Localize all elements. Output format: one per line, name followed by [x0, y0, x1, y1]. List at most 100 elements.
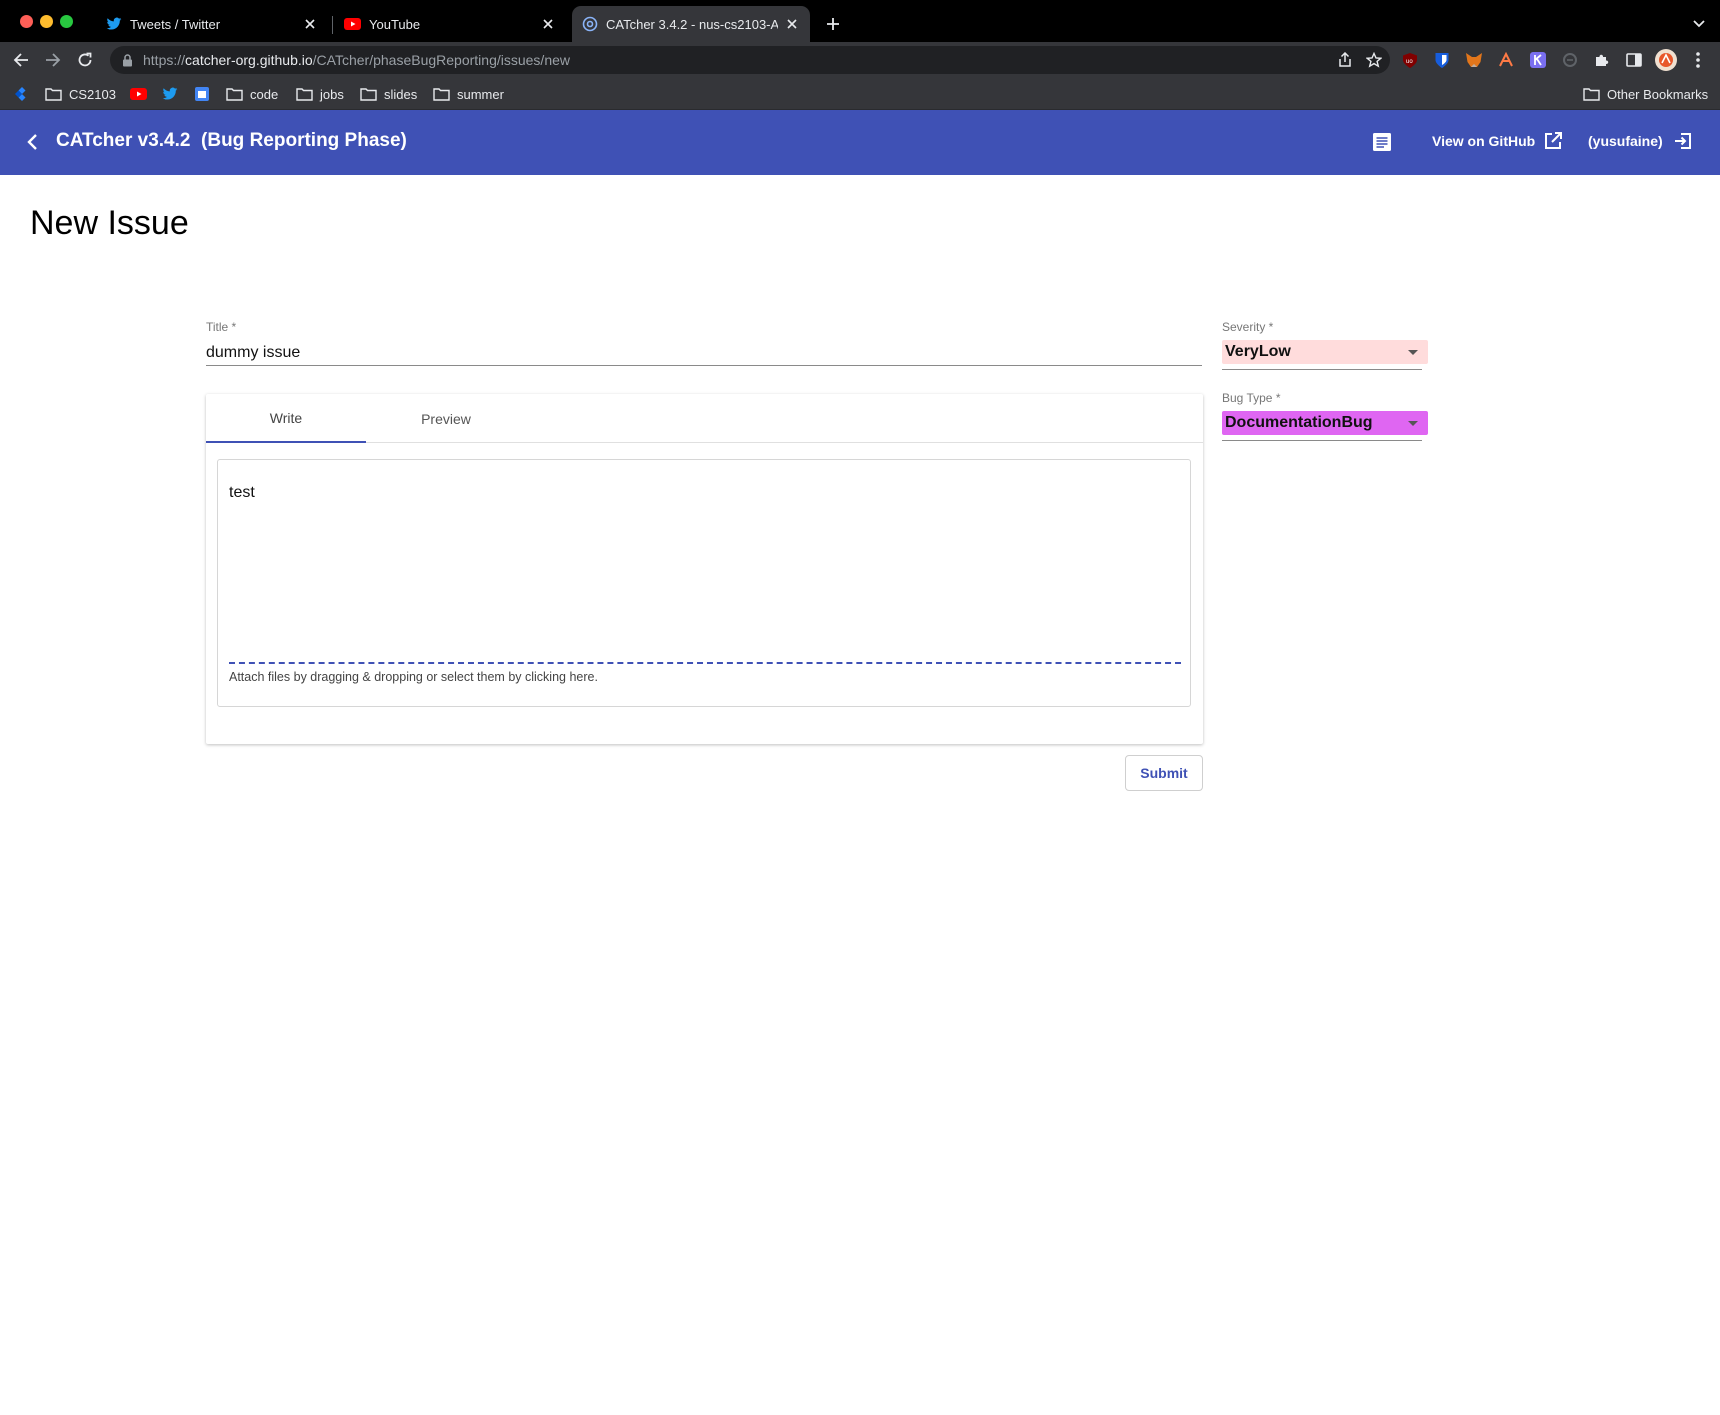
arrow-left-icon: [13, 52, 29, 68]
folder-icon: [433, 87, 457, 101]
app-title: CATcher v3.4.2 (Bug Reporting Phase): [56, 130, 407, 151]
bookmark-cs2103[interactable]: CS2103: [45, 84, 116, 104]
severity-underline: [1222, 369, 1422, 370]
bug-type-value: DocumentationBug: [1225, 414, 1373, 431]
close-icon[interactable]: [540, 16, 556, 32]
url-path: /CATcher/phaseBugReporting/issues/new: [312, 52, 570, 68]
k-extension-icon[interactable]: [1529, 51, 1547, 69]
logout-button[interactable]: (yusufaine): [1588, 131, 1693, 151]
twitter-icon: [162, 86, 185, 102]
bookmark-twitter[interactable]: [162, 84, 185, 104]
new-tab-button[interactable]: [822, 13, 844, 35]
tab-label: CATcher 3.4.2 - nus-cs2103-A: [606, 16, 778, 32]
side-panel-icon[interactable]: [1625, 51, 1643, 69]
submit-button[interactable]: Submit: [1125, 755, 1203, 791]
browser-toolbar: https://catcher-org.github.io/CATcher/ph…: [0, 42, 1720, 78]
description-textarea[interactable]: test Attach files by dragging & dropping…: [217, 459, 1191, 707]
severity-label: Severity *: [1222, 320, 1274, 334]
twitter-icon: [106, 16, 122, 32]
bug-type-select[interactable]: DocumentationBug: [1222, 411, 1428, 435]
maximize-window-button[interactable]: [60, 15, 73, 28]
grammar-extension-icon[interactable]: [1561, 51, 1579, 69]
description-editor: Write Preview test Attach files by dragg…: [206, 394, 1203, 744]
attach-files-hint[interactable]: Attach files by dragging & dropping or s…: [229, 670, 598, 684]
bookmark-label: CS2103: [69, 86, 116, 102]
tab-separator: [332, 16, 333, 34]
close-icon[interactable]: [302, 16, 318, 32]
close-window-button[interactable]: [20, 15, 33, 28]
lock-icon: [122, 53, 133, 67]
description-text: test: [229, 484, 255, 501]
bookmark-code[interactable]: code: [226, 84, 278, 104]
tab-preview[interactable]: Preview: [366, 394, 526, 443]
bookmark-summer[interactable]: summer: [433, 84, 504, 104]
share-icon[interactable]: [1338, 52, 1352, 68]
page-title: New Issue: [30, 204, 189, 242]
folder-icon: [45, 87, 69, 101]
folder-icon: [1583, 87, 1607, 101]
folder-icon: [226, 87, 250, 101]
github-link-label: View on GitHub: [1432, 133, 1536, 149]
dropdown-arrow-icon: [1408, 350, 1418, 355]
browser-tab-youtube[interactable]: YouTube: [334, 6, 566, 42]
bookmark-label: summer: [457, 86, 504, 102]
tab-write[interactable]: Write: [206, 394, 366, 443]
back-button[interactable]: [20, 130, 44, 154]
calendar-icon: [194, 86, 217, 102]
back-button[interactable]: [10, 49, 32, 71]
browser-tab-bar: Tweets / Twitter YouTube CATcher 3.4.2 -…: [0, 0, 1720, 42]
puzzle-icon[interactable]: [1593, 51, 1611, 69]
view-on-github-link[interactable]: View on GitHub: [1432, 131, 1563, 151]
minimize-window-button[interactable]: [40, 15, 53, 28]
bookmark-other[interactable]: Other Bookmarks: [1583, 84, 1708, 104]
ublock-icon[interactable]: uo: [1401, 51, 1419, 69]
more-menu-icon[interactable]: [1689, 51, 1707, 69]
chevron-down-icon: [1693, 20, 1705, 28]
title-input[interactable]: [206, 336, 1202, 366]
metamask-icon[interactable]: [1465, 51, 1483, 69]
bookmark-youtube[interactable]: [130, 84, 154, 104]
tab-label: Tweets / Twitter: [130, 16, 221, 32]
browser-tab-catcher[interactable]: CATcher 3.4.2 - nus-cs2103-A: [572, 6, 810, 42]
annotation-extension-icon[interactable]: [1497, 51, 1515, 69]
star-icon[interactable]: [1366, 52, 1382, 68]
jira-icon: [15, 87, 36, 101]
folder-icon: [296, 87, 320, 101]
reload-button[interactable]: [74, 49, 96, 71]
reload-icon: [77, 52, 93, 68]
bookmark-slides[interactable]: slides: [360, 84, 417, 104]
severity-value: VeryLow: [1225, 343, 1291, 360]
bookmark-jobs[interactable]: jobs: [296, 84, 344, 104]
youtube-icon: [130, 88, 154, 100]
youtube-icon: [344, 18, 361, 30]
bookmarks-bar: CS2103 code jobs slides summer Other Boo…: [0, 78, 1720, 110]
close-icon[interactable]: [784, 16, 800, 32]
url-host: catcher-org.github.io: [185, 52, 313, 68]
tab-search-button[interactable]: [1688, 13, 1710, 35]
editor-tabs: Write Preview: [206, 394, 1203, 443]
plus-icon: [826, 17, 840, 31]
logout-icon: [1663, 131, 1693, 151]
title-label: Title *: [206, 320, 237, 334]
tab-label: YouTube: [369, 16, 421, 32]
drop-zone-divider: [229, 662, 1181, 664]
bookmark-label: Other Bookmarks: [1607, 86, 1709, 102]
bug-type-underline: [1222, 440, 1422, 441]
address-bar[interactable]: https://catcher-org.github.io/CATcher/ph…: [110, 46, 1390, 74]
bookmark-label: code: [250, 86, 279, 102]
url-scheme: https://: [143, 52, 186, 68]
username-label: (yusufaine): [1588, 133, 1663, 149]
bookmark-calendar[interactable]: [194, 84, 217, 104]
app-header: CATcher v3.4.2 (Bug Reporting Phase) Vie…: [0, 110, 1720, 175]
bookmark-jira[interactable]: [15, 84, 36, 104]
browser-tab-twitter[interactable]: Tweets / Twitter: [96, 6, 328, 42]
folder-icon: [360, 87, 384, 101]
forward-button[interactable]: [42, 49, 64, 71]
document-icon[interactable]: [1370, 130, 1394, 154]
open-in-new-icon: [1535, 131, 1563, 151]
avatar[interactable]: [1655, 49, 1677, 71]
bitwarden-icon[interactable]: [1433, 51, 1451, 69]
dropdown-arrow-icon: [1408, 421, 1418, 426]
catcher-icon: [582, 16, 598, 32]
severity-select[interactable]: VeryLow: [1222, 340, 1428, 364]
